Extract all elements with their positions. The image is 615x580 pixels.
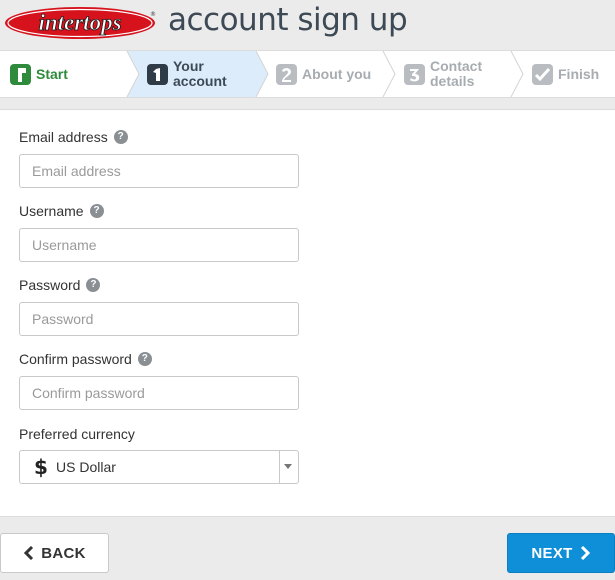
step-finish[interactable]: Finish: [532, 51, 599, 97]
chevron-right-icon: [580, 546, 590, 560]
back-button-label: BACK: [41, 544, 86, 562]
next-button-label: NEXT: [531, 544, 573, 562]
step-label: Finish: [558, 65, 600, 82]
caret-down-icon[interactable]: [284, 464, 292, 469]
number-2-icon: [276, 63, 297, 85]
currency-label: Preferred currency: [19, 426, 135, 442]
step-contact-details[interactable]: Contact details: [404, 51, 482, 97]
username-label: Username ?: [19, 203, 104, 219]
signup-form: Email address ? Username ? Password ? Co…: [0, 109, 615, 517]
question-circle-icon[interactable]: ?: [86, 278, 101, 292]
password-label-text: Password: [19, 277, 81, 293]
email-label: Email address ?: [19, 129, 128, 145]
question-circle-icon[interactable]: ?: [113, 130, 128, 144]
chevron-left-icon: [24, 546, 34, 560]
currency-label-text: Preferred currency: [19, 426, 135, 442]
page-header: intertops ® account sign up: [0, 0, 615, 50]
username-field[interactable]: [19, 228, 299, 262]
page-title: account sign up: [168, 2, 408, 38]
svg-text:®: ®: [150, 11, 156, 18]
question-circle-icon[interactable]: ?: [89, 204, 104, 218]
username-label-text: Username: [19, 203, 84, 219]
step-label: Start: [36, 65, 68, 82]
dollar-icon: $: [34, 455, 48, 479]
currency-select[interactable]: $ US Dollar: [19, 450, 299, 484]
flag-step-1-icon: [10, 63, 31, 85]
step-label: Contact details: [430, 58, 483, 89]
password-field[interactable]: [19, 302, 299, 336]
email-label-text: Email address: [19, 129, 108, 145]
email-field[interactable]: [19, 154, 299, 188]
question-circle-icon[interactable]: ?: [137, 352, 152, 366]
progress-steps: Start Your account About you Contact detai…: [0, 50, 615, 98]
currency-value: US Dollar: [56, 459, 116, 475]
step-about-you[interactable]: About you: [276, 51, 371, 97]
step-label: About you: [302, 65, 372, 82]
confirm-password-label: Confirm password ?: [19, 351, 152, 367]
step-label: Your account: [173, 58, 227, 89]
select-divider: [279, 451, 280, 483]
next-button[interactable]: NEXT: [507, 533, 615, 573]
confirm-password-label-text: Confirm password: [19, 351, 132, 367]
confirm-password-field[interactable]: [19, 376, 299, 410]
number-1-icon: [147, 63, 168, 85]
number-3-icon: [404, 63, 425, 85]
svg-text:intertops: intertops: [38, 10, 121, 35]
step-start[interactable]: Start: [10, 51, 68, 97]
step-your-account[interactable]: Your account: [147, 51, 227, 97]
intertops-logo: intertops ®: [5, 7, 156, 39]
back-button[interactable]: BACK: [0, 533, 109, 573]
checkmark-icon: [532, 63, 553, 85]
password-label: Password ?: [19, 277, 101, 293]
